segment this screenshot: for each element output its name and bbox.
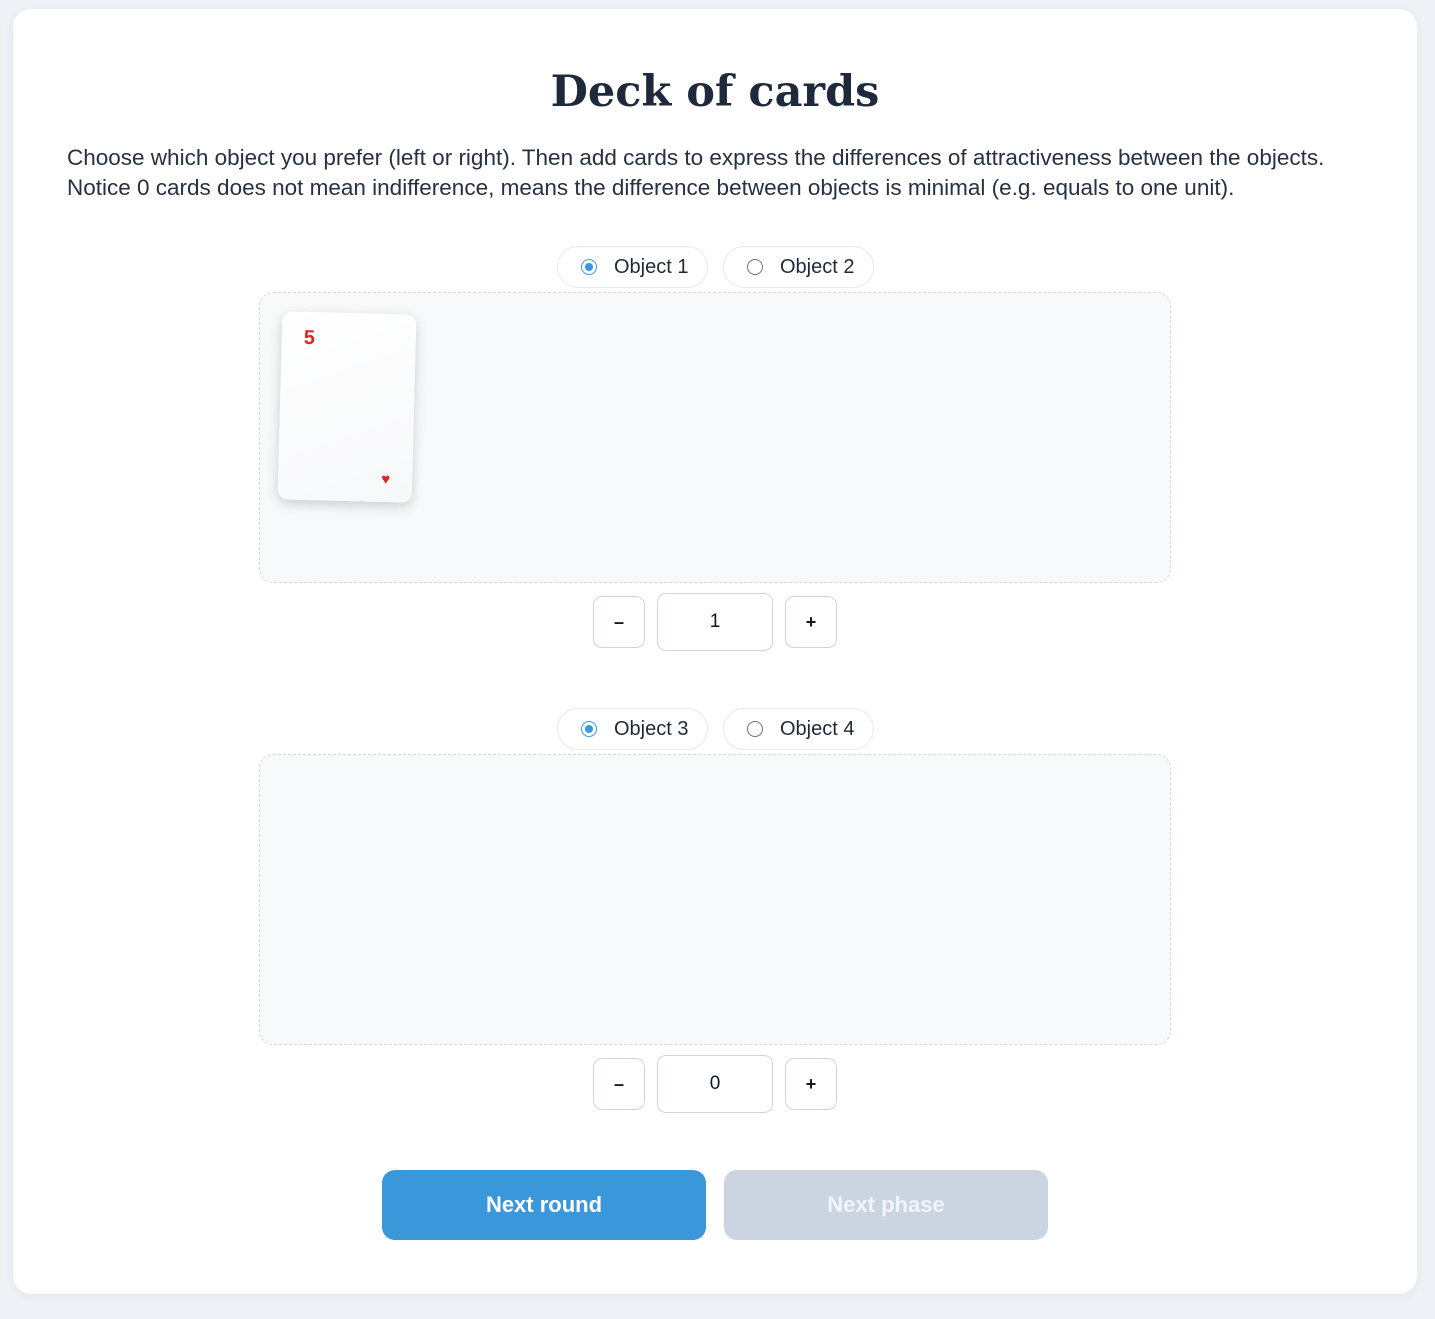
radio-object-4[interactable] <box>747 721 763 737</box>
card-dropzone-2[interactable] <box>259 754 1171 1045</box>
increment-button-1[interactable]: + <box>785 596 837 648</box>
main-panel: Deck of cards Choose which object you pr… <box>13 9 1417 1294</box>
option-label: Object 3 <box>614 717 689 740</box>
option-label: Object 2 <box>780 255 855 278</box>
heart-icon: ♥ <box>380 470 391 489</box>
option-object-4[interactable]: Object 4 <box>723 708 874 750</box>
next-round-button[interactable]: Next round <box>382 1170 706 1240</box>
card-count-input-2[interactable] <box>657 1055 773 1113</box>
card-dropzone-1[interactable]: 5 ♥ <box>259 292 1171 583</box>
radio-object-3[interactable] <box>581 721 597 737</box>
decrement-button-1[interactable]: – <box>593 596 645 648</box>
playing-card[interactable]: 5 ♥ <box>277 311 417 503</box>
card-count-input-1[interactable] <box>657 593 773 651</box>
next-phase-button[interactable]: Next phase <box>724 1170 1048 1240</box>
instructions-text: Choose which object you prefer (left or … <box>67 145 1325 200</box>
increment-button-2[interactable]: + <box>785 1058 837 1110</box>
page-title: Deck of cards <box>550 67 880 117</box>
option-label: Object 4 <box>780 717 855 740</box>
decrement-button-2[interactable]: – <box>593 1058 645 1110</box>
option-object-1[interactable]: Object 1 <box>557 246 708 288</box>
radio-object-2[interactable] <box>747 259 763 275</box>
option-object-3[interactable]: Object 3 <box>557 708 708 750</box>
card-rank: 5 <box>303 326 316 350</box>
option-label: Object 1 <box>614 255 689 278</box>
option-object-2[interactable]: Object 2 <box>723 246 874 288</box>
radio-object-1[interactable] <box>581 259 597 275</box>
